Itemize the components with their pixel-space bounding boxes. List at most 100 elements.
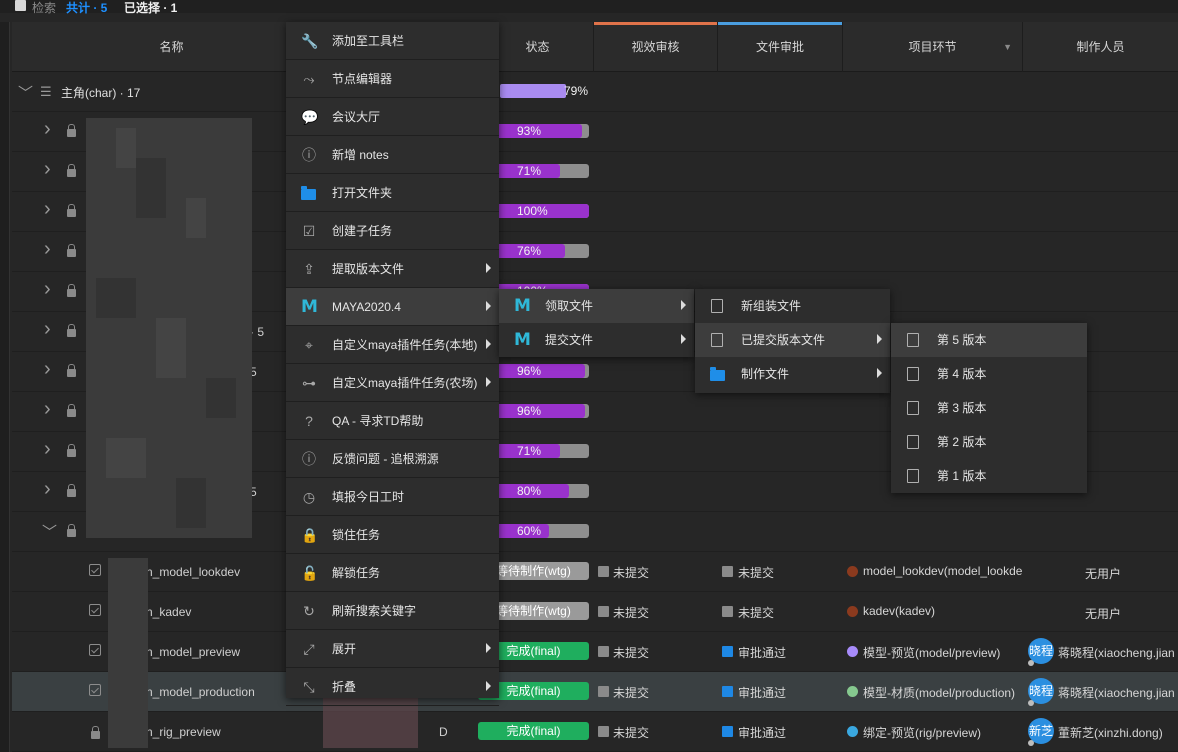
selected-count: 已选择 · 1 (124, 1, 178, 15)
file-status-text[interactable]: 审批通过 (738, 724, 786, 741)
menu-item[interactable]: 🔧 添加至工具栏 (286, 22, 499, 60)
submenu-item[interactable]: 第 5 版本 (891, 323, 1087, 357)
submenu-item[interactable]: 第 2 版本 (891, 425, 1087, 459)
column-header-artist[interactable]: 制作人员 (1023, 22, 1178, 72)
chevron-right-icon[interactable]: › (44, 238, 51, 261)
visual-status-text[interactable]: 未提交 (613, 564, 649, 581)
chevron-right-icon[interactable]: › (44, 358, 51, 381)
submenu-arrow-icon (486, 263, 491, 273)
table-row[interactable]: n_model_preview 完成(final) 未提交 审批通过 模型-预览(mod… (12, 632, 1178, 672)
menu-item[interactable]: 🔓 解锁任务 (286, 554, 499, 592)
column-header-visual-review[interactable]: 视效审核 (594, 22, 718, 72)
visual-status-text[interactable]: 未提交 (613, 684, 649, 701)
file-status-text[interactable]: 审批通过 (738, 684, 786, 701)
chevron-right-icon[interactable]: › (44, 318, 51, 341)
artist-name[interactable]: 蒋晓程(xiaocheng.jian (1058, 684, 1178, 701)
step-color-dot (847, 726, 858, 737)
row-checkbox[interactable] (89, 604, 101, 616)
left-panel-edge (0, 22, 10, 752)
task-name: n_kadev (146, 605, 192, 619)
search-label[interactable]: 检索 (32, 0, 56, 16)
status-badge[interactable]: 完成(final) (478, 722, 589, 740)
lock-icon (67, 524, 76, 537)
chevron-right-icon[interactable]: › (44, 118, 51, 141)
visual-status-text[interactable]: 未提交 (613, 724, 649, 741)
column-header-name[interactable]: 名称 (12, 22, 332, 72)
submenu-item[interactable]: 第 1 版本 (891, 459, 1087, 493)
submenu-item[interactable]: 制作文件 (695, 357, 890, 391)
pipeline-step[interactable]: 绑定-预览(rig/preview) (863, 724, 1023, 741)
menu-item[interactable]: ⇪ 提取版本文件 (286, 250, 499, 288)
table-row[interactable]: n_model_production 完成(final) 未提交 审批通过 模型-材质(… (12, 672, 1178, 712)
chevron-right-icon[interactable]: › (44, 158, 51, 181)
menu-item[interactable]: ⤳ 节点编辑器 (286, 60, 499, 98)
list-tree-icon: ☰ (40, 84, 52, 99)
menu-item[interactable]: 🔒 锁住任务 (286, 516, 499, 554)
column-header-file-approval[interactable]: 文件审批 (718, 22, 843, 72)
chevron-down-icon[interactable]: ﹀ (42, 521, 57, 542)
menu-item[interactable]: 💬 会议大厅 (286, 98, 499, 136)
file-status-text[interactable]: 未提交 (738, 564, 774, 581)
pipeline-step[interactable]: kadev(kadev) (863, 604, 1023, 618)
submenu-item[interactable]: M 领取文件 (499, 289, 694, 323)
visual-status-swatch (598, 686, 609, 697)
submenu-item[interactable]: M 提交文件 (499, 323, 694, 357)
row-checkbox[interactable] (89, 564, 101, 576)
select-all-checkbox[interactable] (15, 0, 26, 11)
visual-status-text[interactable]: 未提交 (613, 604, 649, 621)
menu-item[interactable]: ⓘ 新增 notes (286, 136, 499, 174)
menu-item[interactable]: ⤡ 折叠 (286, 668, 499, 706)
menu-item[interactable]: M MAYA2020.4 (286, 288, 499, 326)
menu-item[interactable]: ◷ 填报今日工时 (286, 478, 499, 516)
file-status-text[interactable]: 审批通过 (738, 644, 786, 661)
menu-item-label: 创建子任务 (332, 224, 393, 238)
submenu-item-label: 已提交版本文件 (741, 333, 826, 347)
lock-icon (67, 404, 76, 417)
file-status-text[interactable]: 未提交 (738, 604, 774, 621)
artist-name[interactable]: 董新芝(xinzhi.dong) (1058, 724, 1178, 741)
menu-item[interactable]: ↻ 刷新搜索关键字 (286, 592, 499, 630)
submenu-item[interactable]: 第 4 版本 (891, 357, 1087, 391)
chevron-right-icon[interactable]: › (44, 478, 51, 501)
row-checkbox[interactable] (89, 644, 101, 656)
group-row[interactable]: ﹀ ☰ 主角(char) · 17 79% (12, 72, 1178, 112)
pipeline-step[interactable]: model_lookdev(model_lookde (863, 564, 1023, 578)
table-row[interactable]: n_model_lookdev 等待制作(wtg) 未提交 未提交 model_look… (12, 552, 1178, 592)
table-row[interactable]: n_rig_preview D 完成(final) 未提交 审批通过 绑定-预览(rig/… (12, 712, 1178, 752)
column-header-pipeline-step[interactable]: 项目环节 ▼ (843, 22, 1023, 72)
refresh-icon: ↻ (303, 603, 315, 619)
table-row[interactable]: n_kadev 等待制作(wtg) 未提交 未提交 kadev(kadev) 无用户 (12, 592, 1178, 632)
visual-review-accent (594, 22, 717, 25)
chevron-right-icon[interactable]: › (44, 198, 51, 221)
file-approval-accent (718, 22, 842, 25)
row-checkbox[interactable] (89, 684, 101, 696)
file-status-swatch (722, 726, 733, 737)
submenu-item-label: 第 3 版本 (937, 401, 987, 415)
submenu-item[interactable]: 第 3 版本 (891, 391, 1087, 425)
redacted-names-mosaic (86, 118, 252, 538)
artist-name[interactable]: 蒋晓程(xiaocheng.jian (1058, 644, 1178, 661)
submenu-arrow-icon (486, 643, 491, 653)
submenu-arrow-icon (681, 300, 686, 310)
lock-icon (67, 244, 76, 257)
menu-item[interactable]: ⤢ 展开 (286, 630, 499, 668)
pipeline-step[interactable]: 模型-材质(model/production) (863, 684, 1023, 701)
menu-item[interactable]: 打开文件夹 (286, 174, 499, 212)
online-dot (1028, 660, 1034, 666)
menu-item[interactable]: ⊶ 自定义maya插件任务(农场) (286, 364, 499, 402)
chevron-down-icon[interactable]: ﹀ (18, 82, 33, 103)
chevron-right-icon[interactable]: › (44, 278, 51, 301)
chevron-right-icon[interactable]: › (44, 438, 51, 461)
unlock-icon: 🔓 (301, 565, 319, 581)
visual-status-text[interactable]: 未提交 (613, 644, 649, 661)
pipeline-step[interactable]: 模型-预览(model/preview) (863, 644, 1023, 661)
menu-item[interactable]: ⌖ 自定义maya插件任务(本地) (286, 326, 499, 364)
dropdown-caret-icon[interactable]: ▼ (1003, 22, 1012, 72)
chevron-right-icon[interactable]: › (44, 398, 51, 421)
menu-item[interactable]: ? QA - 寻求TD帮助 (286, 402, 499, 440)
submenu-item[interactable]: 新组装文件 (695, 289, 890, 323)
menu-item[interactable]: ⓘ 反馈问题 - 追根溯源 (286, 440, 499, 478)
menu-item[interactable]: ☑ 创建子任务 (286, 212, 499, 250)
submenu-item[interactable]: 已提交版本文件 (695, 323, 890, 357)
task-name: n_model_production (146, 685, 255, 699)
